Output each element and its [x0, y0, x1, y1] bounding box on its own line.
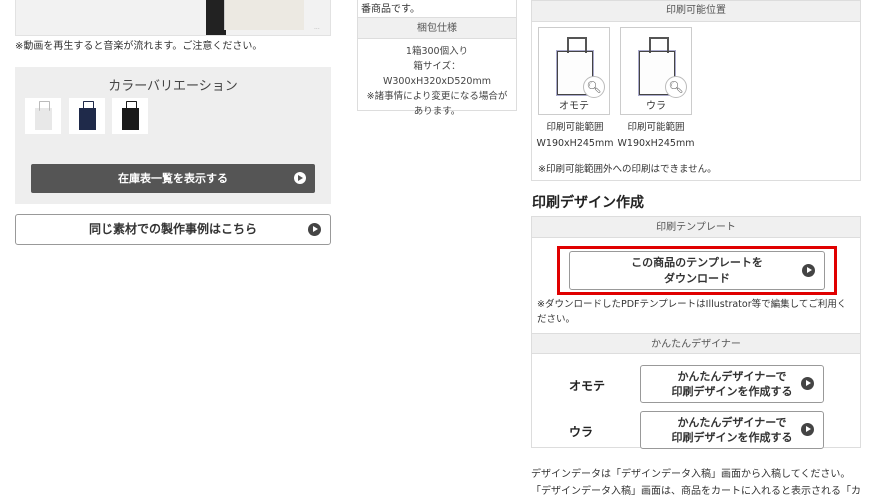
easy-designer-back-line2: 印刷デザインを作成する — [671, 431, 793, 444]
play-arrow-icon — [308, 223, 321, 236]
play-arrow-icon — [294, 172, 306, 184]
play-arrow-icon — [801, 423, 814, 436]
same-material-cases-label: 同じ素材での製作事例はこちら — [88, 222, 257, 236]
back-print-range-size: W190xH245mm — [617, 138, 695, 149]
white-bag-icon — [34, 101, 52, 130]
watermark: ··· — [314, 26, 320, 33]
packing-note: ※諸事情により変更になる場合があります。 — [366, 91, 508, 117]
show-inventory-button[interactable]: 在庫表一覧を表示する — [31, 164, 315, 193]
download-template-button[interactable]: この商品のテンプレートを ダウンロード — [569, 251, 825, 290]
print-position-back-thumbnail[interactable]: 🔍︎ ウラ — [620, 27, 692, 115]
color-swatch-white[interactable] — [25, 98, 61, 134]
print-design-title: 印刷デザイン作成 — [532, 195, 644, 211]
front-label: オモテ — [559, 101, 589, 112]
download-template-label-line2: ダウンロード — [664, 272, 730, 285]
easy-designer-back-button[interactable]: かんたんデザイナーで 印刷デザインを作成する — [640, 411, 824, 449]
zoom-icon[interactable]: 🔍︎ — [665, 76, 687, 98]
packing-spec-body: 1箱300個入り 箱サイズ：W300xH320xD520mm ※諸事情により変更… — [358, 39, 516, 124]
packing-quantity: 1箱300個入り — [405, 46, 469, 57]
print-position-panel: 印刷可能位置 🔍︎ オモテ 🔍︎ ウラ 印刷可能範囲 W190xH245mm 印… — [531, 0, 861, 181]
play-arrow-icon — [802, 264, 815, 277]
bag-image-light — [224, 0, 304, 30]
show-inventory-label: 在庫表一覧を表示する — [118, 172, 228, 185]
print-range-note: ※印刷可能範囲外への印刷はできません。 — [538, 164, 717, 175]
play-arrow-icon — [801, 377, 814, 390]
easy-designer-heading: かんたんデザイナー — [532, 333, 860, 354]
easy-designer-back-line1: かんたんデザイナーで — [677, 416, 787, 429]
color-variation-panel: カラーバリエーション 在庫表一覧を表示する — [15, 67, 331, 204]
easy-designer-front-line2: 印刷デザインを作成する — [671, 385, 793, 398]
packing-box-size: 箱サイズ：W300xH320xD520mm — [382, 61, 491, 87]
print-template-heading: 印刷テンプレート — [532, 217, 860, 238]
product-info-text: 番商品です。 — [361, 4, 420, 15]
color-swatch-black[interactable] — [112, 98, 148, 134]
navy-bag-icon — [78, 101, 96, 130]
bag-image-dark — [206, 0, 226, 35]
back-label: ウラ — [646, 101, 666, 112]
download-template-label-line1: この商品のテンプレートを — [631, 256, 763, 269]
black-bag-icon — [121, 101, 139, 130]
color-swatch-navy[interactable] — [69, 98, 105, 134]
front-side-label: オモテ — [569, 379, 606, 393]
video-music-note: ※動画を再生すると音楽が流れます。ご注意ください。 — [15, 41, 263, 52]
packing-spec-box: 梱包仕様 1箱300個入り 箱サイズ：W300xH320xD520mm ※諸事情… — [357, 17, 517, 117]
front-print-range-label: 印刷可能範囲 — [546, 122, 604, 133]
design-data-upload-note: デザインデータは「デザインデータ入稿」画面から入稿してください。「デザインデータ… — [531, 469, 861, 497]
print-position-front-thumbnail[interactable]: 🔍︎ オモテ — [538, 27, 610, 115]
print-position-heading: 印刷可能位置 — [532, 0, 860, 22]
zoom-icon[interactable]: 🔍︎ — [583, 76, 605, 98]
front-print-range-size: W190xH245mm — [536, 138, 614, 149]
back-side-label: ウラ — [569, 425, 594, 439]
easy-designer-front-button[interactable]: かんたんデザイナーで 印刷デザインを作成する — [640, 365, 824, 403]
color-variation-title: カラーバリエーション — [108, 79, 238, 94]
easy-designer-front-line1: かんたんデザイナーで — [677, 370, 787, 383]
product-video-thumbnail[interactable]: ··· — [15, 0, 331, 36]
download-template-note: ※ダウンロードしたPDFテンプレートはIllustrator等で編集してご利用く… — [537, 299, 847, 325]
packing-spec-heading: 梱包仕様 — [358, 18, 516, 39]
back-print-range: 印刷可能範囲 W190xH245mm — [613, 120, 699, 152]
back-print-range-label: 印刷可能範囲 — [627, 122, 685, 133]
front-print-range: 印刷可能範囲 W190xH245mm — [532, 120, 618, 152]
same-material-cases-button[interactable]: 同じ素材での製作事例はこちら — [15, 214, 331, 245]
print-design-panel: 印刷テンプレート この商品のテンプレートを ダウンロード ※ダウンロードしたPD… — [531, 216, 861, 449]
